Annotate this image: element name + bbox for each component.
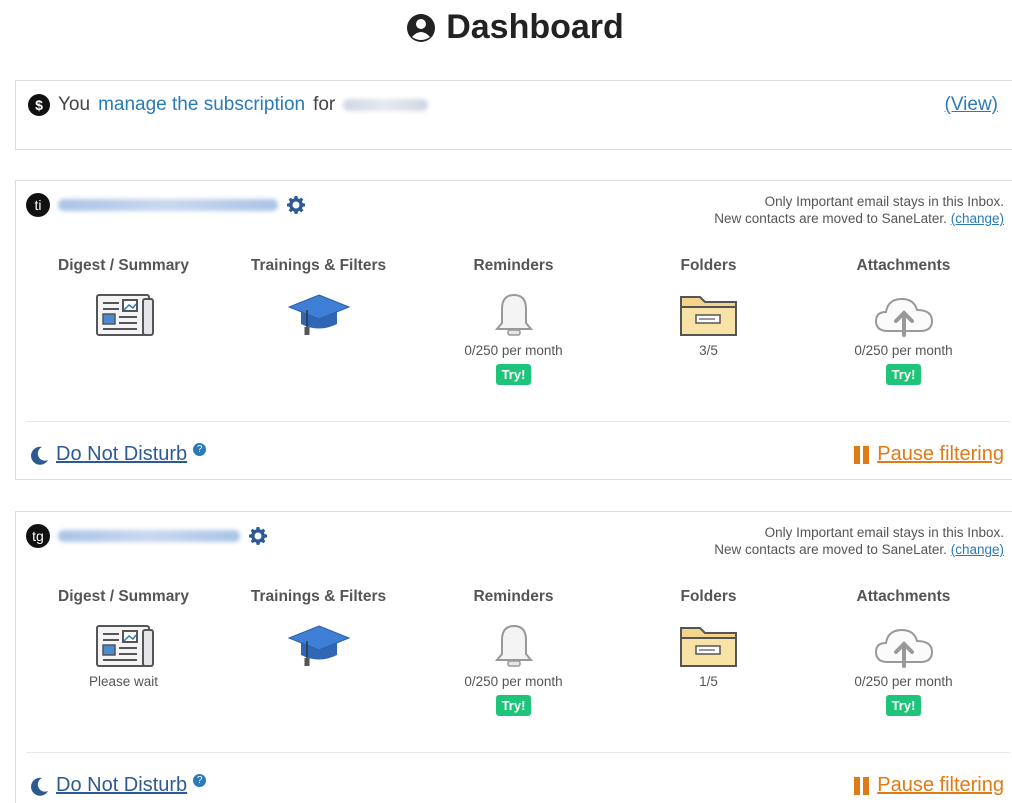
feature-label: Trainings & Filters — [250, 257, 387, 274]
feature-reminders[interactable]: Reminders 0/250 per month Try! — [416, 588, 611, 716]
feature-reminders[interactable]: Reminders 0/250 per month Try! — [416, 257, 611, 385]
moon-icon — [31, 777, 48, 796]
manage-subscription-link[interactable]: manage the subscription — [98, 94, 305, 116]
filter-note-line2: New contacts are moved to SaneLater. — [714, 211, 947, 226]
attachments-usage: 0/250 per month — [854, 343, 953, 358]
help-icon[interactable]: ? — [193, 774, 207, 787]
view-subscription-link[interactable]: (View) — [945, 94, 999, 116]
gear-icon[interactable] — [286, 195, 306, 215]
pause-icon — [854, 445, 870, 464]
gear-icon[interactable] — [248, 526, 268, 546]
redacted-account-name — [343, 99, 429, 111]
dollar-icon: $ — [28, 94, 50, 116]
feature-label: Attachments — [856, 257, 951, 274]
try-attachments-button[interactable]: Try! — [885, 695, 922, 716]
page-title: Dashboard — [0, 8, 1012, 47]
bell-icon — [492, 291, 536, 339]
cloud-upload-icon — [872, 622, 936, 670]
pause-filtering-label: Pause filtering — [877, 774, 1004, 796]
do-not-disturb-label: Do Not Disturb — [56, 774, 188, 796]
try-reminders-button[interactable]: Try! — [495, 364, 532, 385]
feature-trainings[interactable]: Trainings & Filters — [221, 257, 416, 385]
reminders-usage: 0/250 per month — [464, 343, 563, 358]
feature-folders[interactable]: Folders 3/5 — [611, 257, 806, 385]
do-not-disturb-link[interactable]: Do Not Disturb ? — [30, 443, 207, 466]
do-not-disturb-label: Do Not Disturb — [56, 443, 188, 465]
user-circle-icon — [407, 13, 436, 42]
folder-icon — [678, 291, 740, 339]
moon-icon — [31, 446, 48, 465]
newspaper-icon — [93, 622, 155, 670]
change-link[interactable]: (change) — [951, 211, 1004, 226]
feature-label: Reminders — [473, 257, 554, 274]
graduation-cap-icon — [287, 622, 351, 670]
divider — [26, 421, 1010, 422]
newspaper-icon — [93, 291, 155, 339]
redacted-email — [58, 199, 278, 211]
feature-attachments[interactable]: Attachments 0/250 per month Try! — [806, 257, 1001, 385]
pause-filtering-link[interactable]: Pause filtering — [854, 774, 1004, 797]
bell-icon — [492, 622, 536, 670]
pause-filtering-link[interactable]: Pause filtering — [854, 443, 1004, 466]
feature-label: Trainings & Filters — [250, 588, 387, 605]
filter-note-line1: Only Important email stays in this Inbox… — [764, 525, 1004, 540]
avatar: tg — [26, 524, 50, 548]
graduation-cap-icon — [287, 291, 351, 339]
filter-note: Only Important email stays in this Inbox… — [714, 193, 1004, 227]
feature-row: Digest / Summary Please wait Trainings &… — [26, 588, 1006, 716]
feature-attachments[interactable]: Attachments 0/250 per month Try! — [806, 588, 1001, 716]
feature-label: Digest / Summary — [58, 257, 189, 274]
attachments-usage: 0/250 per month — [854, 674, 953, 689]
feature-digest[interactable]: Digest / Summary — [26, 257, 221, 385]
pause-filtering-label: Pause filtering — [877, 443, 1004, 465]
feature-label: Digest / Summary — [58, 588, 189, 605]
do-not-disturb-link[interactable]: Do Not Disturb ? — [30, 774, 207, 797]
folder-icon — [678, 622, 740, 670]
try-reminders-button[interactable]: Try! — [495, 695, 532, 716]
folders-usage: 3/5 — [699, 343, 718, 358]
subscription-card: $ You manage the subscription for (View) — [15, 80, 1012, 150]
filter-note-line2: New contacts are moved to SaneLater. — [714, 542, 947, 557]
account-card: ti Only Important email stays in this In… — [15, 180, 1012, 480]
change-link[interactable]: (change) — [951, 542, 1004, 557]
feature-label: Attachments — [856, 588, 951, 605]
account-header: ti — [26, 193, 306, 217]
feature-row: Digest / Summary Trainings & Filters Rem… — [26, 257, 1006, 385]
pause-icon — [854, 776, 870, 795]
feature-digest[interactable]: Digest / Summary Please wait — [26, 588, 221, 716]
help-icon[interactable]: ? — [193, 443, 207, 456]
avatar: ti — [26, 193, 50, 217]
redacted-email — [58, 530, 240, 542]
feature-label: Folders — [680, 588, 737, 605]
feature-label: Folders — [680, 257, 737, 274]
subscription-line: $ You manage the subscription for — [28, 94, 429, 116]
page-title-text: Dashboard — [446, 8, 624, 46]
feature-trainings[interactable]: Trainings & Filters — [221, 588, 416, 716]
filter-note: Only Important email stays in this Inbox… — [714, 524, 1004, 558]
divider — [26, 752, 1010, 753]
folders-usage: 1/5 — [699, 674, 718, 689]
feature-folders[interactable]: Folders 1/5 — [611, 588, 806, 716]
cloud-upload-icon — [872, 291, 936, 339]
reminders-usage: 0/250 per month — [464, 674, 563, 689]
filter-note-line1: Only Important email stays in this Inbox… — [764, 194, 1004, 209]
feature-label: Reminders — [473, 588, 554, 605]
subscription-suffix: for — [313, 94, 336, 115]
try-attachments-button[interactable]: Try! — [885, 364, 922, 385]
subscription-prefix: You — [58, 94, 91, 115]
account-header: tg — [26, 524, 268, 548]
account-card: tg Only Important email stays in this In… — [15, 511, 1012, 803]
digest-status: Please wait — [88, 674, 159, 689]
